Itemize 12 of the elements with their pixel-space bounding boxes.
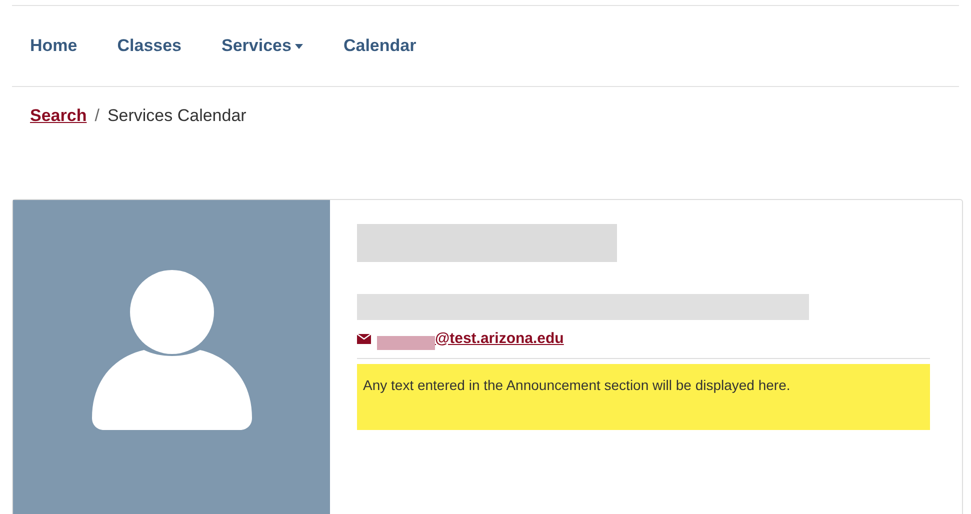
announcement-text: Any text entered in the Announcement section will be displayed here.: [363, 377, 790, 393]
caret-icon: [295, 44, 304, 48]
email-link[interactable]: @test.arizona.edu: [377, 328, 564, 350]
envelope-icon: [357, 334, 371, 344]
nav-link[interactable]: Classes: [117, 33, 182, 59]
breadcrumb-link[interactable]: Search: [30, 103, 87, 128]
nav-link[interactable]: Services: [222, 33, 304, 59]
breadcrumb-separator: /: [94, 105, 100, 127]
breadcrumb-current: Services Calendar: [107, 105, 246, 127]
nav-link[interactable]: Home: [30, 33, 78, 59]
nav-link[interactable]: Calendar: [343, 33, 416, 59]
person-icon: [92, 268, 252, 430]
